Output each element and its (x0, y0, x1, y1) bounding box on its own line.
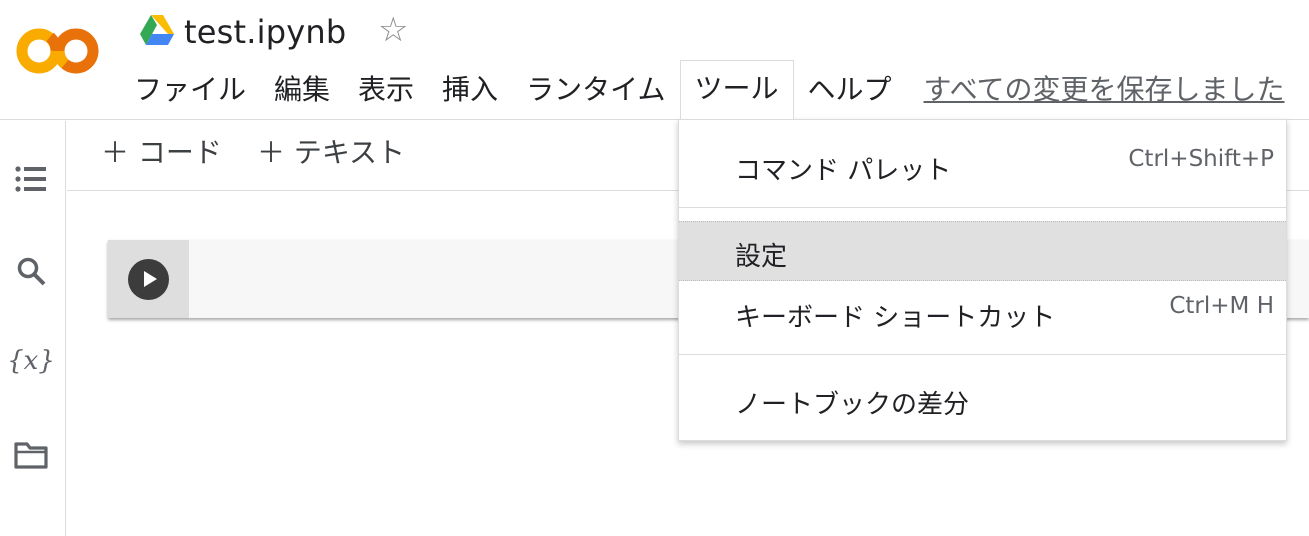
left-sidebar: {x} (0, 121, 66, 536)
google-drive-icon[interactable] (140, 15, 174, 45)
menu-item-notebook-diff[interactable]: ノートブックの差分 (679, 370, 1286, 432)
menu-item-label: コマンド パレット (735, 156, 952, 186)
files-folder-icon (14, 442, 48, 469)
menu-tools[interactable]: ツール (679, 59, 794, 119)
search-icon[interactable] (11, 251, 51, 291)
menu-bar: ファイル 編集 表示 挿入 ランタイム ツール ヘルプ すべての変更を保存しまし… (120, 59, 1285, 119)
menu-item-label: キーボード ショートカット (735, 303, 1056, 333)
menu-view[interactable]: 表示 (344, 62, 428, 118)
menu-divider (679, 207, 1286, 208)
menu-item-keyboard-shortcuts[interactable]: キーボード ショートカット Ctrl+M H (679, 283, 1286, 347)
variables-icon[interactable]: {x} (7, 341, 55, 381)
list-icon (15, 166, 46, 192)
save-status-link[interactable]: すべての変更を保存しました (906, 62, 1285, 118)
menu-help[interactable]: ヘルプ (794, 62, 906, 118)
app-header: test.ipynb ☆ ファイル 編集 表示 挿入 ランタイム ツール ヘルプ… (0, 0, 1309, 120)
menu-item-shortcut: Ctrl+Shift+P (1128, 146, 1274, 172)
add-code-button[interactable]: ＋ コード (101, 133, 222, 173)
menu-item-settings[interactable]: 設定 (679, 221, 1286, 281)
notebook-title[interactable]: test.ipynb (184, 12, 346, 52)
variables-glyph: {x} (7, 346, 55, 376)
menu-edit[interactable]: 編集 (260, 62, 344, 118)
menu-item-label: 設定 (735, 242, 788, 272)
star-icon[interactable]: ☆ (378, 10, 408, 50)
magnifier-icon (17, 257, 46, 286)
menu-item-label: ノートブックの差分 (735, 390, 970, 420)
menu-item-shortcut: Ctrl+M H (1169, 293, 1274, 319)
menu-runtime[interactable]: ランタイム (512, 62, 679, 118)
menu-insert[interactable]: 挿入 (428, 62, 512, 118)
menu-item-command-palette[interactable]: コマンド パレット Ctrl+Shift+P (679, 132, 1286, 202)
menu-file[interactable]: ファイル (120, 62, 260, 118)
tools-menu-dropdown: コマンド パレット Ctrl+Shift+P 設定 キーボード ショートカット … (678, 119, 1287, 441)
run-cell-button[interactable] (128, 259, 169, 300)
folder-icon[interactable] (11, 435, 51, 475)
cell-gutter (108, 240, 189, 318)
toc-icon[interactable] (11, 159, 51, 199)
menu-divider (679, 354, 1286, 355)
colab-logo[interactable] (14, 22, 104, 80)
add-text-button[interactable]: ＋ テキスト (257, 133, 405, 173)
